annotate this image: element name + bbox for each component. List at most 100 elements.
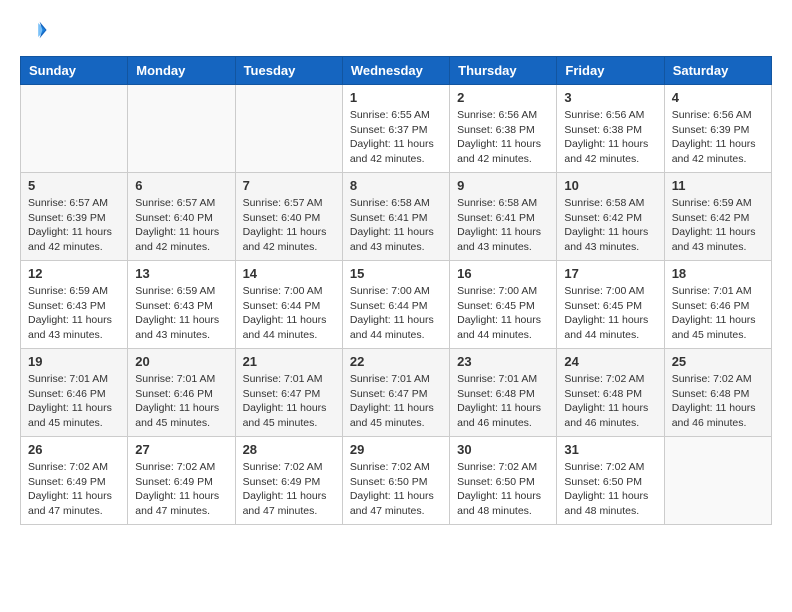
day-info: Sunrise: 7:00 AMSunset: 6:44 PMDaylight:… bbox=[350, 284, 442, 343]
day-number: 27 bbox=[135, 442, 227, 457]
day-info: Sunrise: 6:58 AMSunset: 6:41 PMDaylight:… bbox=[350, 196, 442, 255]
day-info: Sunrise: 7:02 AMSunset: 6:49 PMDaylight:… bbox=[135, 460, 227, 519]
logo bbox=[20, 16, 52, 44]
day-info: Sunrise: 7:01 AMSunset: 6:47 PMDaylight:… bbox=[243, 372, 335, 431]
calendar-cell: 3 Sunrise: 6:56 AMSunset: 6:38 PMDaylight… bbox=[557, 85, 664, 173]
day-number: 26 bbox=[28, 442, 120, 457]
calendar-cell: 24 Sunrise: 7:02 AMSunset: 6:48 PMDayligh… bbox=[557, 349, 664, 437]
calendar-cell: 25 Sunrise: 7:02 AMSunset: 6:48 PMDayligh… bbox=[664, 349, 771, 437]
header bbox=[20, 16, 772, 44]
day-info: Sunrise: 6:56 AMSunset: 6:38 PMDaylight:… bbox=[564, 108, 656, 167]
day-number: 11 bbox=[672, 178, 764, 193]
calendar-cell: 1Sunrise: 6:55 AMSunset: 6:37 PMDaylight… bbox=[342, 85, 449, 173]
day-info: Sunrise: 6:56 AMSunset: 6:38 PMDaylight:… bbox=[457, 108, 549, 167]
day-number: 20 bbox=[135, 354, 227, 369]
day-number: 3 bbox=[564, 90, 656, 105]
day-number: 4 bbox=[672, 90, 764, 105]
day-info: Sunrise: 6:57 AMSunset: 6:40 PMDaylight:… bbox=[135, 196, 227, 255]
day-number: 25 bbox=[672, 354, 764, 369]
calendar-cell bbox=[235, 85, 342, 173]
calendar-table: SundayMondayTuesdayWednesdayThursdayFrid… bbox=[20, 56, 772, 525]
calendar-cell: 4 Sunrise: 6:56 AMSunset: 6:39 PMDaylight… bbox=[664, 85, 771, 173]
calendar-cell: 9 Sunrise: 6:58 AMSunset: 6:41 PMDaylight… bbox=[450, 173, 557, 261]
day-info: Sunrise: 7:00 AMSunset: 6:45 PMDaylight:… bbox=[564, 284, 656, 343]
day-number: 21 bbox=[243, 354, 335, 369]
calendar-cell: 18 Sunrise: 7:01 AMSunset: 6:46 PMDayligh… bbox=[664, 261, 771, 349]
weekday-header-saturday: Saturday bbox=[664, 57, 771, 85]
day-info: Sunrise: 6:59 AMSunset: 6:42 PMDaylight:… bbox=[672, 196, 764, 255]
calendar-cell: 7Sunrise: 6:57 AMSunset: 6:40 PMDaylight… bbox=[235, 173, 342, 261]
day-info: Sunrise: 7:02 AMSunset: 6:49 PMDaylight:… bbox=[28, 460, 120, 519]
calendar-week-row: 26 Sunrise: 7:02 AMSunset: 6:49 PMDayligh… bbox=[21, 437, 772, 525]
calendar-cell: 28 Sunrise: 7:02 AMSunset: 6:49 PMDayligh… bbox=[235, 437, 342, 525]
day-info: Sunrise: 7:02 AMSunset: 6:49 PMDaylight:… bbox=[243, 460, 335, 519]
calendar-cell: 6 Sunrise: 6:57 AMSunset: 6:40 PMDaylight… bbox=[128, 173, 235, 261]
calendar-cell: 11 Sunrise: 6:59 AMSunset: 6:42 PMDayligh… bbox=[664, 173, 771, 261]
calendar-cell: 29 Sunrise: 7:02 AMSunset: 6:50 PMDayligh… bbox=[342, 437, 449, 525]
calendar-cell: 22Sunrise: 7:01 AMSunset: 6:47 PMDayligh… bbox=[342, 349, 449, 437]
day-info: Sunrise: 7:01 AMSunset: 6:46 PMDaylight:… bbox=[672, 284, 764, 343]
day-info: Sunrise: 7:02 AMSunset: 6:48 PMDaylight:… bbox=[672, 372, 764, 431]
calendar-cell bbox=[664, 437, 771, 525]
day-info: Sunrise: 7:02 AMSunset: 6:50 PMDaylight:… bbox=[564, 460, 656, 519]
calendar-cell: 10 Sunrise: 6:58 AMSunset: 6:42 PMDayligh… bbox=[557, 173, 664, 261]
calendar-cell: 13 Sunrise: 6:59 AMSunset: 6:43 PMDayligh… bbox=[128, 261, 235, 349]
day-info: Sunrise: 7:01 AMSunset: 6:47 PMDaylight:… bbox=[350, 372, 442, 431]
day-info: Sunrise: 7:02 AMSunset: 6:50 PMDaylight:… bbox=[457, 460, 549, 519]
day-info: Sunrise: 7:02 AMSunset: 6:50 PMDaylight:… bbox=[350, 460, 442, 519]
day-info: Sunrise: 7:00 AMSunset: 6:45 PMDaylight:… bbox=[457, 284, 549, 343]
logo-icon bbox=[20, 16, 48, 44]
day-info: Sunrise: 7:01 AMSunset: 6:46 PMDaylight:… bbox=[135, 372, 227, 431]
calendar-cell bbox=[21, 85, 128, 173]
day-number: 24 bbox=[564, 354, 656, 369]
day-info: Sunrise: 6:58 AMSunset: 6:42 PMDaylight:… bbox=[564, 196, 656, 255]
calendar-cell: 27 Sunrise: 7:02 AMSunset: 6:49 PMDayligh… bbox=[128, 437, 235, 525]
day-number: 15 bbox=[350, 266, 442, 281]
day-info: Sunrise: 6:59 AMSunset: 6:43 PMDaylight:… bbox=[28, 284, 120, 343]
weekday-header-sunday: Sunday bbox=[21, 57, 128, 85]
day-number: 8 bbox=[350, 178, 442, 193]
weekday-header-wednesday: Wednesday bbox=[342, 57, 449, 85]
day-number: 16 bbox=[457, 266, 549, 281]
day-number: 2 bbox=[457, 90, 549, 105]
calendar-week-row: 12 Sunrise: 6:59 AMSunset: 6:43 PMDayligh… bbox=[21, 261, 772, 349]
calendar-cell bbox=[128, 85, 235, 173]
day-number: 1 bbox=[350, 90, 442, 105]
weekday-header-friday: Friday bbox=[557, 57, 664, 85]
day-number: 17 bbox=[564, 266, 656, 281]
day-number: 6 bbox=[135, 178, 227, 193]
day-number: 18 bbox=[672, 266, 764, 281]
calendar-cell: 2 Sunrise: 6:56 AMSunset: 6:38 PMDaylight… bbox=[450, 85, 557, 173]
day-info: Sunrise: 7:00 AMSunset: 6:44 PMDaylight:… bbox=[243, 284, 335, 343]
day-info: Sunrise: 7:02 AMSunset: 6:48 PMDaylight:… bbox=[564, 372, 656, 431]
calendar-cell: 14 Sunrise: 7:00 AMSunset: 6:44 PMDayligh… bbox=[235, 261, 342, 349]
calendar-week-row: 19Sunrise: 7:01 AMSunset: 6:46 PMDayligh… bbox=[21, 349, 772, 437]
day-info: Sunrise: 6:57 AMSunset: 6:39 PMDaylight:… bbox=[28, 196, 120, 255]
day-info: Sunrise: 6:59 AMSunset: 6:43 PMDaylight:… bbox=[135, 284, 227, 343]
calendar-cell: 26 Sunrise: 7:02 AMSunset: 6:49 PMDayligh… bbox=[21, 437, 128, 525]
calendar-cell: 5 Sunrise: 6:57 AMSunset: 6:39 PMDaylight… bbox=[21, 173, 128, 261]
calendar-cell: 19Sunrise: 7:01 AMSunset: 6:46 PMDayligh… bbox=[21, 349, 128, 437]
calendar-cell: 12 Sunrise: 6:59 AMSunset: 6:43 PMDayligh… bbox=[21, 261, 128, 349]
day-number: 5 bbox=[28, 178, 120, 193]
calendar-cell: 23Sunrise: 7:01 AMSunset: 6:48 PMDayligh… bbox=[450, 349, 557, 437]
day-info: Sunrise: 6:57 AMSunset: 6:40 PMDaylight:… bbox=[243, 196, 335, 255]
weekday-header-row: SundayMondayTuesdayWednesdayThursdayFrid… bbox=[21, 57, 772, 85]
calendar-cell: 30Sunrise: 7:02 AMSunset: 6:50 PMDayligh… bbox=[450, 437, 557, 525]
weekday-header-thursday: Thursday bbox=[450, 57, 557, 85]
day-number: 31 bbox=[564, 442, 656, 457]
calendar-cell: 16 Sunrise: 7:00 AMSunset: 6:45 PMDayligh… bbox=[450, 261, 557, 349]
day-number: 28 bbox=[243, 442, 335, 457]
calendar-cell: 15 Sunrise: 7:00 AMSunset: 6:44 PMDayligh… bbox=[342, 261, 449, 349]
day-number: 14 bbox=[243, 266, 335, 281]
calendar-cell: 21 Sunrise: 7:01 AMSunset: 6:47 PMDayligh… bbox=[235, 349, 342, 437]
day-info: Sunrise: 6:56 AMSunset: 6:39 PMDaylight:… bbox=[672, 108, 764, 167]
calendar-cell: 8 Sunrise: 6:58 AMSunset: 6:41 PMDaylight… bbox=[342, 173, 449, 261]
day-number: 9 bbox=[457, 178, 549, 193]
day-number: 29 bbox=[350, 442, 442, 457]
day-number: 12 bbox=[28, 266, 120, 281]
day-number: 10 bbox=[564, 178, 656, 193]
day-info: Sunrise: 6:58 AMSunset: 6:41 PMDaylight:… bbox=[457, 196, 549, 255]
day-number: 13 bbox=[135, 266, 227, 281]
calendar-week-row: 1Sunrise: 6:55 AMSunset: 6:37 PMDaylight… bbox=[21, 85, 772, 173]
